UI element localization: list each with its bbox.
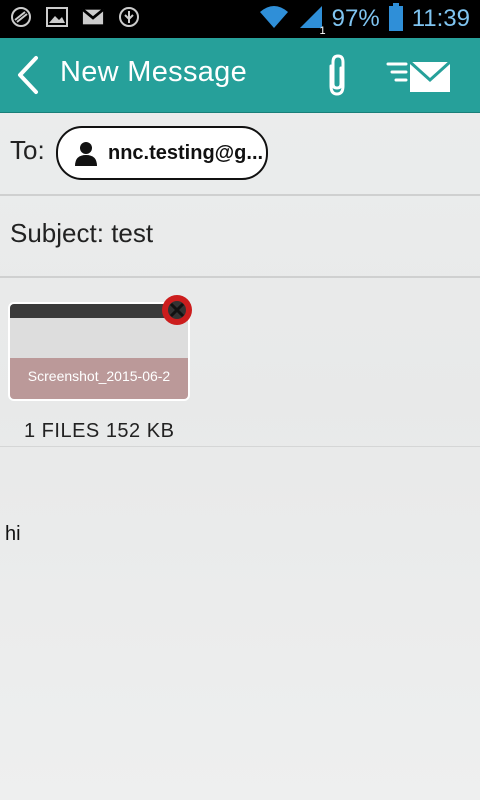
remove-attachment-icon[interactable]	[161, 294, 193, 326]
subject-field-row[interactable]: Subject: test	[0, 196, 480, 278]
gmail-icon	[82, 6, 104, 28]
subject-field[interactable]: Subject: test	[10, 218, 153, 249]
sync-icon	[10, 6, 32, 28]
status-right: 1 97% 11:39	[258, 3, 470, 37]
subject-label: Subject:	[10, 218, 104, 248]
to-field-row[interactable]: To: nnc.testing@g...	[0, 112, 480, 196]
clock: 11:39	[411, 5, 470, 32]
recipient-chip[interactable]: nnc.testing@g...	[56, 126, 268, 180]
image-icon	[46, 6, 68, 28]
status-bar: 1 97% 11:39	[0, 0, 480, 38]
signal-icon: 1	[298, 4, 326, 37]
usb-icon	[118, 6, 140, 28]
message-body[interactable]: hi	[5, 523, 21, 546]
contact-avatar-icon	[72, 139, 100, 167]
back-arrow-icon[interactable]	[14, 54, 48, 96]
wifi-icon	[258, 4, 290, 34]
send-mail-icon[interactable]	[386, 56, 452, 96]
app-bar: New Message	[0, 38, 480, 113]
to-label: To:	[10, 135, 45, 165]
battery-percent: 97%	[331, 5, 380, 32]
attachment-filename: Screenshot_2015-06-2	[27, 368, 171, 384]
status-left-icons	[10, 6, 140, 28]
subject-value: test	[111, 218, 154, 248]
battery-icon	[388, 3, 404, 35]
page-title: New Message	[60, 56, 248, 88]
recipient-address: nnc.testing@g...	[108, 141, 264, 164]
paperclip-icon[interactable]	[320, 54, 354, 98]
attachment-summary: 1 FILES 152 KB	[24, 420, 175, 442]
signal-badge: 1	[319, 25, 326, 37]
